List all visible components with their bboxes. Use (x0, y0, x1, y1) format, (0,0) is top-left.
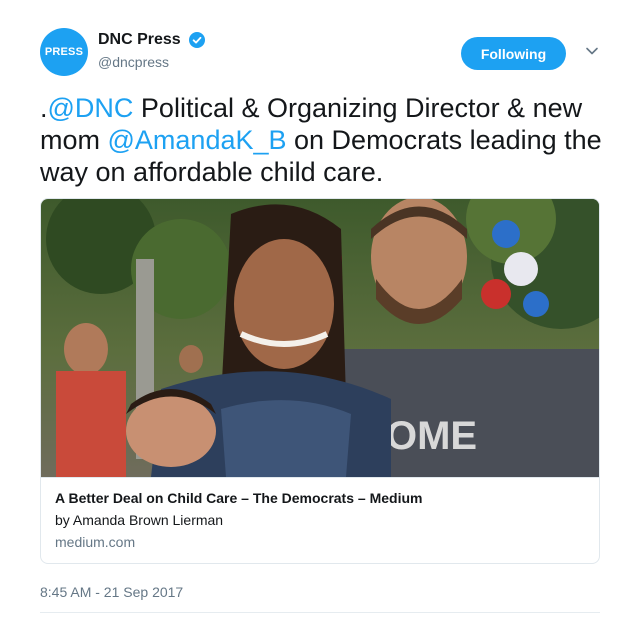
tweet-header: PRESS DNC Press @dncpress Following (40, 28, 610, 80)
divider (40, 612, 600, 613)
following-button[interactable]: Following (461, 37, 566, 70)
chevron-down-icon[interactable] (585, 44, 599, 58)
tweet-text: .@DNC Political & Organizing Director & … (40, 92, 610, 188)
account-handle: @dncpress (98, 54, 170, 71)
verified-badge-icon (189, 32, 206, 48)
card-title[interactable]: A Better Deal on Child Care – The Democr… (55, 490, 585, 506)
mention-dnc-link[interactable]: @DNC (48, 93, 134, 123)
tweet-timestamp[interactable]: 8:45 AM - 21 Sep 2017 (40, 584, 183, 600)
display-name[interactable]: DNC Press (98, 31, 181, 49)
card-author: by Amanda Brown Lierman (55, 512, 224, 528)
card-body[interactable]: A Better Deal on Child Care – The Democr… (41, 477, 599, 563)
link-card[interactable]: OME A Better Deal on Child Care – The De… (40, 198, 600, 564)
tweet-prefix: . (40, 93, 48, 123)
account-name-block[interactable]: DNC Press @dncpress (98, 31, 206, 71)
avatar[interactable]: PRESS (40, 28, 88, 76)
card-domain: medium.com (55, 534, 136, 550)
card-image[interactable]: OME (41, 199, 599, 477)
mention-amandak-b-link[interactable]: @AmandaK_B (108, 125, 287, 155)
svg-text:OME: OME (386, 414, 477, 458)
